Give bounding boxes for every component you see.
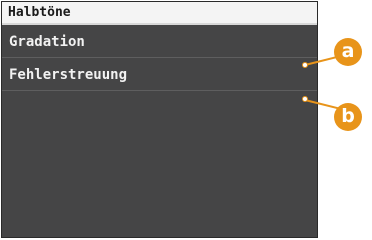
- menu-item-label: Fehlerstreuung: [9, 67, 128, 83]
- callout-a-badge: a: [334, 38, 362, 66]
- menu-item-label: Gradation: [9, 34, 85, 50]
- callout-a-dot: [302, 62, 308, 68]
- screen-title: Halbtöne: [8, 5, 71, 20]
- lcd-screen: Halbtöne Gradation Fehlerstreuung: [1, 1, 318, 238]
- menu-item-fehlerstreuung[interactable]: Fehlerstreuung: [2, 58, 317, 91]
- callout-b-badge: b: [334, 103, 362, 131]
- screen-header: Halbtöne: [2, 2, 317, 25]
- callout-b-dot: [302, 96, 308, 102]
- menu-item-gradation[interactable]: Gradation: [2, 25, 317, 58]
